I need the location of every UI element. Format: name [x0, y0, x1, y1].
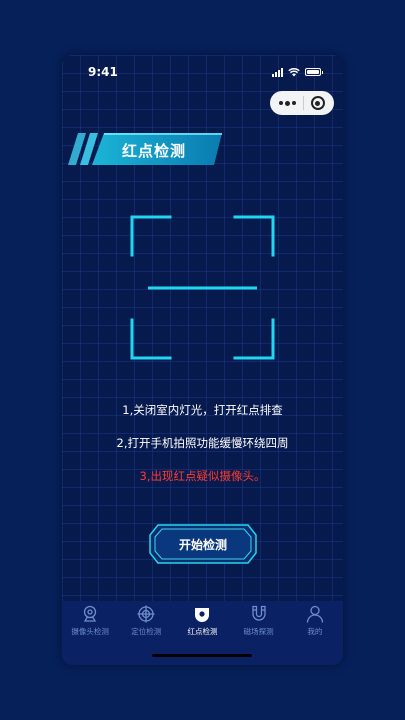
signal-icon: [272, 67, 283, 77]
instruction-step-1: 1,关闭室内灯光，打开红点排查: [122, 403, 283, 417]
tab-camera-detect[interactable]: 摄像头检测: [65, 605, 115, 665]
instruction-step-2: 2,打开手机拍照功能缓慢环绕四周: [116, 436, 289, 450]
home-indicator: [152, 654, 252, 657]
tab-label: 摄像头检测: [71, 627, 109, 636]
status-icons: [272, 67, 323, 77]
tab-mine[interactable]: 我的: [290, 605, 340, 665]
tab-label: 我的: [307, 627, 323, 636]
mini-program-capsule: [270, 91, 334, 115]
magnet-icon: [252, 605, 266, 621]
more-icon[interactable]: [279, 100, 297, 106]
instruction-warning: 3,出现红点疑似摄像头。: [139, 469, 266, 483]
status-bar: 9:41: [62, 55, 343, 89]
tab-label: 磁场探测: [243, 627, 274, 636]
tab-label: 定位检测: [131, 627, 162, 636]
battery-icon: [305, 68, 323, 76]
close-target-icon[interactable]: [310, 96, 325, 110]
tab-label: 红点检测: [187, 627, 218, 636]
crosshair-icon: [137, 605, 155, 623]
wifi-icon: [288, 67, 300, 76]
scanner-frame: [130, 215, 275, 360]
start-detect-button[interactable]: 开始检测: [148, 523, 258, 565]
status-time: 9:41: [88, 65, 118, 79]
start-button-label: 开始检测: [178, 537, 227, 552]
red-dot-icon: [195, 608, 210, 622]
camera-icon: [83, 605, 97, 622]
user-icon: [306, 605, 323, 623]
tab-bar: 摄像头检测 定位检测 红点检测 磁场探测 我的: [62, 601, 343, 665]
instructions: 1,关闭室内灯光，打开红点排查 2,打开手机拍照功能缓慢环绕四周 3,出现红点疑…: [62, 400, 343, 499]
capsule-divider: [302, 96, 304, 110]
phone-screen: 9:41 红点检测 1,关闭室内灯光，打开红点排查 2,打开手机拍照功能缓慢环绕…: [62, 55, 343, 665]
page-title: 红点检测: [122, 142, 187, 160]
